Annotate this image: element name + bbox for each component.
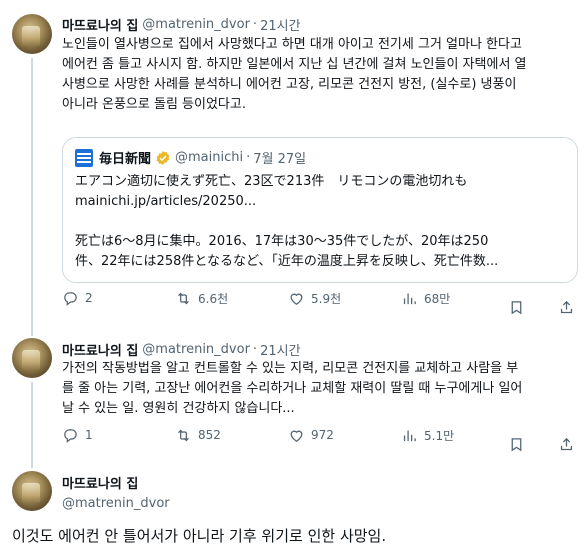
quote-text-line: 件、22年には258件となるなど、「近年の温度上昇を反映し、死亡件数... [75, 254, 499, 269]
author-name[interactable]: 마뜨료나의 집 [62, 340, 138, 359]
retweet-count: 6.6천 [198, 291, 229, 306]
views-chart-icon [403, 430, 416, 441]
avatar[interactable] [12, 471, 52, 511]
separator-dot: · [252, 342, 258, 357]
tweet-text: 이것도 에어컨 안 틀어서가 아니라 기후 위기로 인한 사망임. [12, 527, 387, 545]
views-count: 68만 [424, 291, 451, 306]
bookmark-icon[interactable] [508, 299, 525, 316]
author-handle[interactable]: @matrenin_dvor [142, 17, 250, 32]
views-button[interactable]: 68만 [401, 290, 450, 307]
tweet-text-line: 아니라 온풍으로 돌림 등이었다고. [62, 97, 246, 112]
like-button[interactable]: 5.9천 [288, 290, 341, 307]
reply-icon [64, 428, 77, 443]
separator-dot: · [252, 17, 258, 32]
quote-text-line: エアコン適切に使えず死亡、23区で213件 リモコンの電池切れも [75, 174, 468, 189]
avatar[interactable] [12, 338, 52, 378]
reply-count: 1 [85, 428, 93, 442]
author-handle[interactable]: @matrenin_dvor [62, 496, 170, 511]
views-button[interactable]: 5.1만 [401, 427, 454, 444]
retweet-icon [178, 429, 189, 441]
views-count: 5.1만 [424, 428, 455, 443]
retweet-count: 852 [198, 428, 221, 442]
share-icon[interactable] [558, 436, 575, 453]
quote-text-line: 死亡は6～8月に集中。2016、17年は30～35件でしたが、20年は250 [75, 234, 489, 249]
tweet-header: 마뜨료나의 집 @matrenin_dvor · 21시간 [62, 340, 301, 359]
author-name[interactable]: 마뜨료나의 집 [62, 473, 138, 492]
tweet-header: 마뜨료나의 집 @matrenin_dvor · 21시간 [62, 15, 301, 34]
reply-count: 2 [85, 291, 93, 305]
mainichi-logo-icon [75, 148, 93, 167]
share-icon[interactable] [558, 299, 575, 316]
bookmark-icon[interactable] [508, 436, 525, 453]
reply-button[interactable]: 2 [62, 290, 93, 307]
like-button[interactable]: 972 [288, 427, 334, 444]
reply-icon [64, 291, 77, 306]
author-name[interactable]: 마뜨료나의 집 [62, 15, 138, 34]
quote-header: 毎日新聞 @mainichi · 7월 27일 [75, 148, 306, 167]
quote-tweet-card[interactable]: 毎日新聞 @mainichi · 7월 27일 エアコン適切に使えず死亡、23区… [62, 137, 578, 283]
tweet-text-line: 사병으로 사망한 사례를 분석하니 에어컨 고장, 리모콘 건전지 방전, (실… [62, 77, 517, 92]
heart-icon [290, 293, 303, 305]
tweet-text-line: 를 줄 아는 기력, 고장난 에어컨을 수리하거나 교체할 재력이 딸릴 때 누… [62, 381, 523, 396]
tweet-text-line: 날 수 있는 일. 영원히 건강하지 않습니다... [62, 401, 295, 416]
like-count: 972 [311, 428, 334, 442]
reply-button[interactable]: 1 [62, 427, 93, 444]
avatar[interactable] [12, 14, 52, 54]
verified-gold-badge-icon [156, 150, 170, 165]
quote-author-name[interactable]: 毎日新聞 [99, 148, 151, 167]
heart-icon [290, 430, 303, 442]
timestamp[interactable]: 21시간 [260, 340, 300, 359]
retweet-button[interactable]: 6.6천 [175, 290, 228, 307]
thread-connector [31, 58, 33, 336]
retweet-icon [178, 292, 189, 304]
quote-author-handle[interactable]: @mainichi [175, 150, 243, 165]
tweet-text-line: 에어컨 좀 틀고 사시지 함. 하지만 일본에서 지난 십 년간에 걸쳐 노인들… [62, 57, 527, 72]
author-handle[interactable]: @matrenin_dvor [142, 342, 250, 357]
thread-connector [31, 382, 33, 468]
like-count: 5.9천 [311, 291, 342, 306]
quote-link[interactable]: mainichi.jp/articles/20250... [75, 192, 256, 211]
tweet-text-line: 가전의 작동방법을 알고 컨트롤할 수 있는 지력, 리모콘 건전지를 교체하고… [62, 361, 519, 376]
timestamp[interactable]: 21시간 [260, 15, 300, 34]
tweet-text: 가전의 작동방법을 알고 컨트롤할 수 있는 지력, 리모콘 건전지를 교체하고… [62, 359, 582, 419]
tweet-text-line: 노인들이 열사병으로 집에서 사망했다고 하면 대개 아이고 전기세 그거 얼마… [62, 37, 522, 52]
tweet-text: 노인들이 열사병으로 집에서 사망했다고 하면 대개 아이고 전기세 그거 얼마… [62, 35, 582, 115]
quote-timestamp[interactable]: 7월 27일 [253, 148, 306, 167]
retweet-button[interactable]: 852 [175, 427, 221, 444]
tweet-header: 마뜨료나의 집 @matrenin_dvor [62, 473, 170, 511]
views-chart-icon [403, 293, 416, 304]
separator-dot: · [246, 150, 251, 165]
